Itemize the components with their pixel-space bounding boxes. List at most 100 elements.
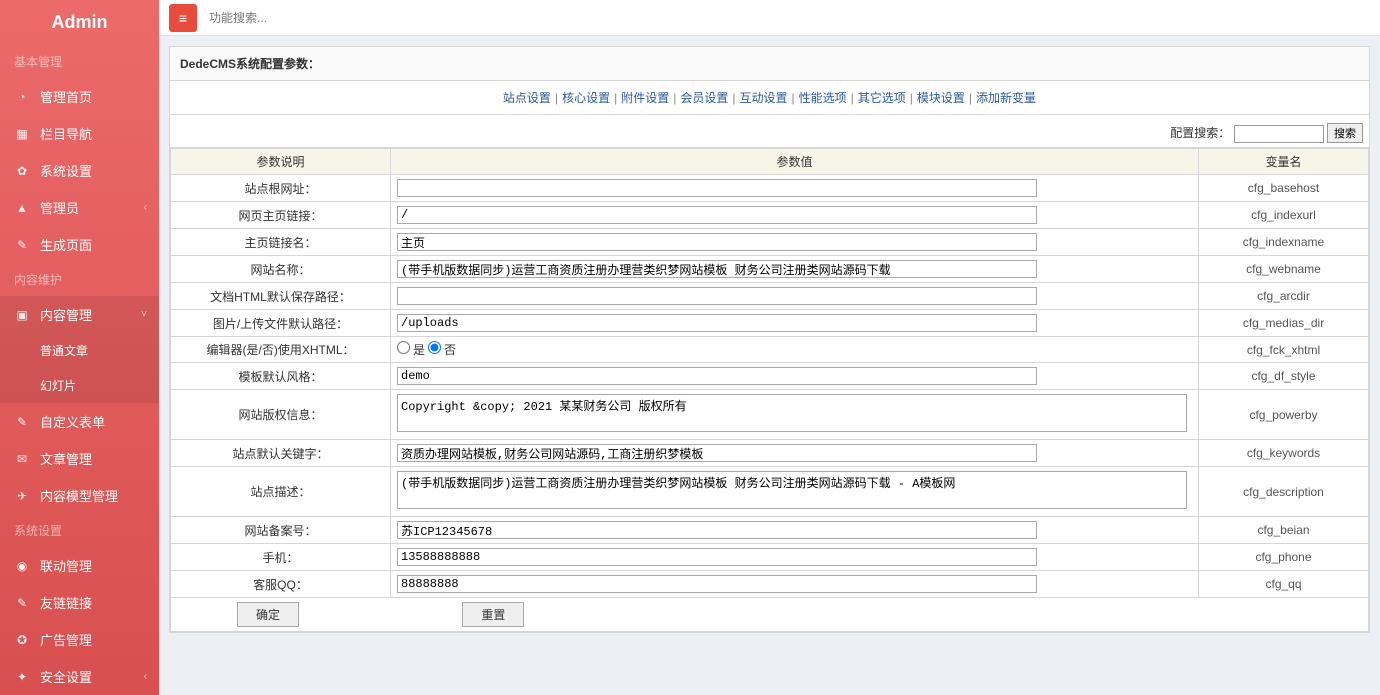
config-varname: cfg_phone [1199, 544, 1369, 571]
config-value-cell [391, 390, 1199, 440]
nav-icon: ✎ [14, 596, 30, 610]
col-value: 参数值 [391, 149, 1199, 175]
panel-title: DedeCMS系统配置参数： [170, 47, 1369, 81]
nav-icon: ✎ [14, 238, 30, 252]
config-label: 网站版权信息： [171, 390, 391, 440]
nav-icon: ✪ [14, 633, 30, 647]
nav-item[interactable]: ✪广告管理 [0, 621, 159, 658]
config-search-bar: 配置搜索： 搜索 [170, 119, 1369, 148]
config-tabs: 站点设置|核心设置|附件设置|会员设置|互动设置|性能选项|其它选项|模块设置|… [170, 81, 1369, 115]
config-value-cell [391, 310, 1199, 337]
nav-label: 自定义表单 [40, 412, 105, 431]
nav-item[interactable]: ▣内容管理˅ [0, 296, 159, 333]
nav-sub-item[interactable]: 普通文章 [0, 333, 159, 368]
config-tab[interactable]: 模块设置 [917, 91, 965, 105]
main-area: ≡ DedeCMS系统配置参数： 站点设置|核心设置|附件设置|会员设置|互动设… [159, 0, 1380, 695]
function-search-input[interactable] [209, 11, 409, 25]
config-varname: cfg_description [1199, 467, 1369, 517]
config-text-input[interactable] [397, 206, 1037, 224]
config-text-input[interactable] [397, 444, 1037, 462]
menu-toggle-icon[interactable]: ≡ [169, 4, 197, 32]
config-tab[interactable]: 站点设置 [503, 91, 551, 105]
col-desc: 参数说明 [171, 149, 391, 175]
config-label: 图片/上传文件默认路径： [171, 310, 391, 337]
nav-icon: ▲ [14, 201, 30, 215]
config-text-input[interactable] [397, 287, 1037, 305]
config-value-cell [391, 283, 1199, 310]
nav-item[interactable]: ✎生成页面 [0, 226, 159, 263]
config-text-input[interactable] [397, 260, 1037, 278]
config-label: 文档HTML默认保存路径： [171, 283, 391, 310]
config-textarea[interactable] [397, 394, 1187, 432]
nav-item[interactable]: ◉联动管理 [0, 547, 159, 584]
chevron-icon: ‹ [144, 202, 147, 213]
nav-label: 联动管理 [40, 556, 92, 575]
config-search-input[interactable] [1234, 125, 1324, 143]
nav-icon: ✦ [14, 670, 30, 684]
config-text-input[interactable] [397, 548, 1037, 566]
config-tab[interactable]: 附件设置 [621, 91, 669, 105]
config-row: 网站备案号：cfg_beian [171, 517, 1369, 544]
config-tab[interactable]: 性能选项 [799, 91, 847, 105]
nav-item[interactable]: ✿系统设置 [0, 152, 159, 189]
config-text-input[interactable] [397, 521, 1037, 539]
config-row: 编辑器(是/否)使用XHTML： 是 否cfg_fck_xhtml [171, 337, 1369, 363]
config-row: 模板默认风格：cfg_df_style [171, 363, 1369, 390]
nav-item[interactable]: ▲管理员‹ [0, 189, 159, 226]
nav-icon: ✎ [14, 415, 30, 429]
config-varname: cfg_arcdir [1199, 283, 1369, 310]
chevron-icon: ˅ [141, 309, 147, 320]
nav-item[interactable]: ✉文章管理 [0, 440, 159, 477]
nav-label: 友链链接 [40, 593, 92, 612]
config-label: 模板默认风格： [171, 363, 391, 390]
radio-yes[interactable] [397, 341, 410, 354]
reset-button[interactable]: 重置 [462, 602, 524, 627]
nav-sub-item[interactable]: 幻灯片 [0, 368, 159, 403]
config-row: 客服QQ： cfg_qq [171, 571, 1369, 598]
config-row: 文档HTML默认保存路径： cfg_arcdir [171, 283, 1369, 310]
ok-button[interactable]: 确定 [237, 602, 299, 627]
config-tab[interactable]: 会员设置 [680, 91, 728, 105]
config-value-cell [391, 256, 1199, 283]
config-label: 网站名称： [171, 256, 391, 283]
config-row: 网页主页链接： cfg_indexurl [171, 202, 1369, 229]
nav-item[interactable]: ▦栏目导航 [0, 115, 159, 152]
config-value-cell: 是 否 [391, 337, 1199, 363]
config-varname: cfg_indexurl [1199, 202, 1369, 229]
nav-item[interactable]: ✎ 自定义表单 [0, 403, 159, 440]
nav-section-title: 系统设置 [0, 514, 159, 547]
nav-item[interactable]: ✦安全设置‹ [0, 658, 159, 695]
config-text-input[interactable] [397, 314, 1037, 332]
config-search-label: 配置搜索： [1170, 126, 1230, 140]
config-label: 网站备案号： [171, 517, 391, 544]
config-text-input[interactable] [397, 575, 1037, 593]
config-table: 参数说明 参数值 变量名 站点根网址：cfg_basehost网页主页链接：cf… [170, 148, 1369, 632]
nav-label: 安全设置 [40, 667, 92, 686]
config-text-input[interactable] [397, 179, 1037, 197]
config-value-cell [391, 440, 1199, 467]
nav-icon: ✈ [14, 489, 30, 503]
config-tab[interactable]: 添加新变量 [976, 91, 1036, 105]
config-tab[interactable]: 核心设置 [562, 91, 610, 105]
config-tab[interactable]: 互动设置 [739, 91, 787, 105]
config-varname: cfg_keywords [1199, 440, 1369, 467]
config-value-cell [391, 363, 1199, 390]
config-value-cell [391, 467, 1199, 517]
config-varname: cfg_indexname [1199, 229, 1369, 256]
config-text-input[interactable] [397, 233, 1037, 251]
config-tab[interactable]: 其它选项 [858, 91, 906, 105]
config-label: 客服QQ： [171, 571, 391, 598]
config-row: 手机：cfg_phone [171, 544, 1369, 571]
config-panel: DedeCMS系统配置参数： 站点设置|核心设置|附件设置|会员设置|互动设置|… [169, 46, 1370, 633]
config-varname: cfg_qq [1199, 571, 1369, 598]
config-textarea[interactable] [397, 471, 1187, 509]
nav-item[interactable]: ◔管理首页 [0, 78, 159, 115]
nav-label: 系统设置 [40, 161, 92, 180]
radio-no[interactable] [428, 341, 441, 354]
config-search-button[interactable]: 搜索 [1327, 123, 1363, 143]
config-text-input[interactable] [397, 367, 1037, 385]
config-label: 网页主页链接： [171, 202, 391, 229]
config-varname: cfg_fck_xhtml [1199, 337, 1369, 363]
nav-item[interactable]: ✎ 友链链接 [0, 584, 159, 621]
nav-item[interactable]: ✈内容模型管理 [0, 477, 159, 514]
